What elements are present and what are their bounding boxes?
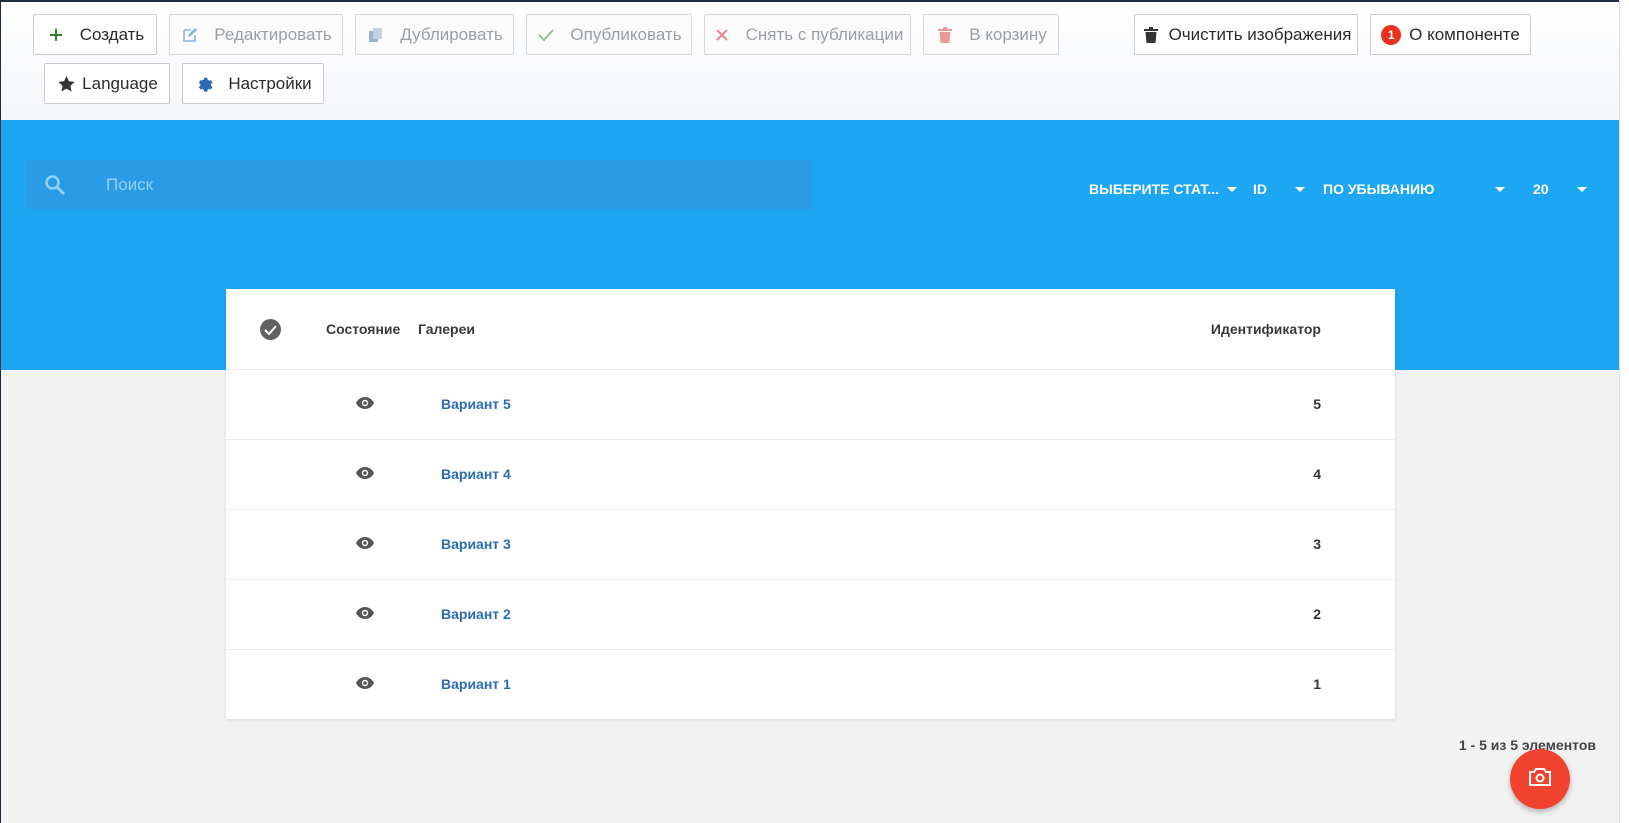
notification-badge: 1: [1381, 24, 1402, 45]
trash-button[interactable]: В корзину: [923, 14, 1059, 55]
gallery-link[interactable]: Вариант 2: [441, 606, 511, 622]
chevron-down-icon: [1495, 186, 1505, 192]
copy-icon: [366, 25, 386, 45]
order-field-value: ID: [1253, 181, 1267, 197]
about-component-label: О компоненте: [1409, 24, 1520, 44]
order-field-select[interactable]: ID: [1253, 177, 1305, 201]
camera-fab-button[interactable]: [1510, 749, 1570, 809]
gear-icon: [194, 74, 214, 94]
row-id: 1: [1313, 676, 1321, 692]
unpublish-button[interactable]: Снять с публикации: [704, 14, 911, 55]
page-size-select[interactable]: 20: [1533, 177, 1587, 201]
page-size-value: 20: [1533, 181, 1549, 197]
column-header-galleries[interactable]: Галереи: [418, 321, 475, 337]
search-bar: [26, 160, 812, 209]
create-label: Создать: [79, 24, 145, 44]
table-row[interactable]: Вариант 1 1: [226, 650, 1395, 720]
trash-icon: [1141, 25, 1161, 45]
status-select-value: ВЫБЕРИТЕ СТАТ...: [1089, 181, 1219, 197]
duplicate-button[interactable]: Дублировать: [355, 14, 514, 55]
edit-label: Редактировать: [214, 24, 332, 44]
duplicate-label: Дублировать: [400, 24, 503, 44]
eye-icon[interactable]: [356, 606, 374, 619]
table-row[interactable]: Вариант 2 2: [226, 580, 1395, 650]
gallery-link[interactable]: Вариант 1: [441, 676, 511, 692]
table-row[interactable]: Вариант 4 4: [226, 440, 1395, 510]
gallery-link[interactable]: Вариант 5: [441, 396, 511, 412]
column-header-status[interactable]: Состояние: [326, 321, 400, 337]
row-id: 5: [1313, 396, 1321, 412]
check-icon: [536, 25, 556, 45]
gallery-link[interactable]: Вариант 3: [441, 536, 511, 552]
camera-icon: [1529, 767, 1551, 791]
create-button[interactable]: Создать: [33, 14, 157, 55]
column-header-id[interactable]: Идентификатор: [1211, 321, 1321, 337]
status-select[interactable]: ВЫБЕРИТЕ СТАТ...: [1089, 177, 1237, 201]
publish-button[interactable]: Опубликовать: [526, 14, 692, 55]
row-id: 4: [1313, 466, 1321, 482]
unpublish-label: Снять с публикации: [745, 24, 904, 44]
search-icon: [44, 174, 66, 196]
row-id: 3: [1313, 536, 1321, 552]
table-header: Состояние Галереи Идентификатор: [226, 289, 1395, 370]
language-label: Language: [82, 73, 158, 93]
edit-button[interactable]: Редактировать: [169, 14, 343, 55]
select-all-checkbox[interactable]: [260, 319, 281, 340]
settings-label: Настройки: [228, 73, 312, 93]
clear-images-label: Очистить изображения: [1168, 24, 1352, 44]
chevron-down-icon: [1577, 186, 1587, 192]
order-direction-value: ПО УБЫВАНИЮ: [1323, 181, 1435, 197]
close-icon: [712, 25, 732, 45]
edit-icon: [180, 25, 200, 45]
eye-icon[interactable]: [356, 536, 374, 549]
trash-icon: [935, 25, 955, 45]
eye-icon[interactable]: [356, 466, 374, 479]
galleries-table: Состояние Галереи Идентификатор Вариант …: [226, 289, 1395, 719]
table-row[interactable]: Вариант 3 3: [226, 510, 1395, 580]
window-right-edge: [1619, 0, 1629, 823]
search-input[interactable]: [106, 174, 706, 195]
order-direction-select[interactable]: ПО УБЫВАНИЮ: [1323, 177, 1505, 201]
eye-icon[interactable]: [356, 676, 374, 689]
table-row[interactable]: Вариант 5 5: [226, 370, 1395, 440]
star-icon: [56, 74, 76, 94]
trash-label: В корзину: [969, 24, 1047, 44]
gallery-link[interactable]: Вариант 4: [441, 466, 511, 482]
plus-icon: [46, 25, 66, 45]
publish-label: Опубликовать: [570, 24, 682, 44]
chevron-down-icon: [1227, 186, 1237, 192]
clear-images-button[interactable]: Очистить изображения: [1134, 14, 1358, 55]
eye-icon[interactable]: [356, 396, 374, 409]
chevron-down-icon: [1295, 186, 1305, 192]
about-component-button[interactable]: 1 О компоненте: [1370, 14, 1531, 55]
row-id: 2: [1313, 606, 1321, 622]
settings-button[interactable]: Настройки: [182, 63, 324, 104]
toolbar: Создать Редактировать Дублировать Опубли…: [1, 2, 1619, 120]
language-button[interactable]: Language: [44, 63, 170, 104]
